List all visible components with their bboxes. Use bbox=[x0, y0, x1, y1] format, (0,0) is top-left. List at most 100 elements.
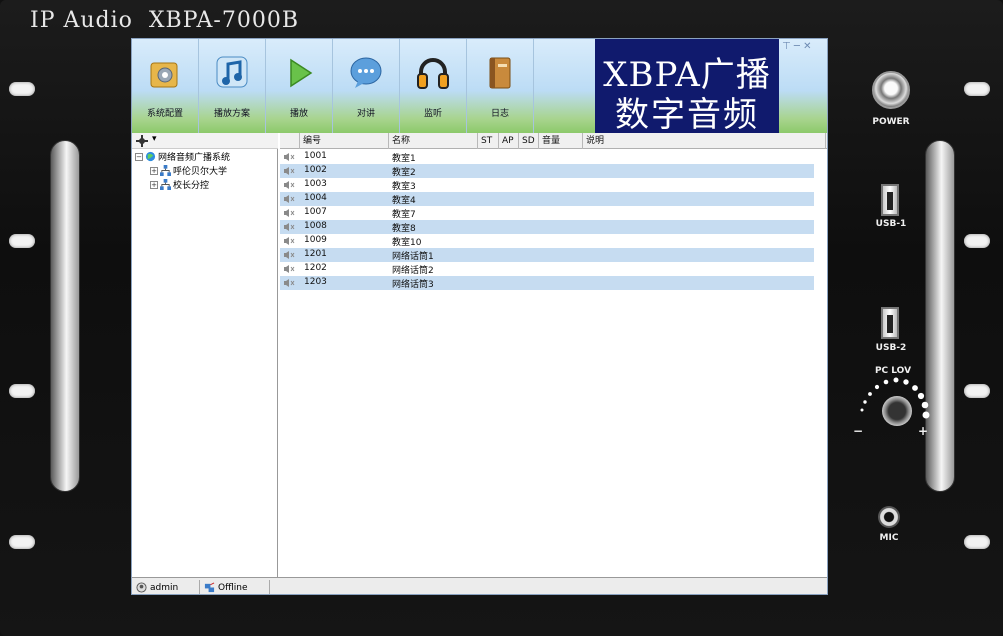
speaker-muted-icon bbox=[284, 209, 295, 217]
table-row[interactable]: 1009 教室10 bbox=[280, 234, 814, 248]
cell-name: 教室10 bbox=[392, 238, 422, 248]
table-row[interactable]: 1003 教室3 bbox=[280, 178, 814, 192]
table-row[interactable]: 1007 教室7 bbox=[280, 206, 814, 220]
speaker-muted-icon bbox=[284, 237, 295, 245]
status-user: admin bbox=[132, 580, 200, 594]
table-row[interactable]: 1201 网络话筒1 bbox=[280, 248, 814, 262]
cell-id: 1003 bbox=[304, 179, 327, 189]
volume-plus-label: + bbox=[917, 424, 929, 438]
table-row[interactable]: 1008 教室8 bbox=[280, 220, 814, 234]
toolbar-button-monitor[interactable]: 监听 bbox=[400, 39, 467, 133]
table-row[interactable]: 1004 教室4 bbox=[280, 192, 814, 206]
tree-node-label: 校长分控 bbox=[173, 181, 210, 191]
column-header-st[interactable]: ST bbox=[478, 133, 499, 149]
headphones-icon bbox=[417, 58, 449, 89]
usb-2-port[interactable] bbox=[881, 307, 899, 339]
pc-volume-knob[interactable] bbox=[882, 396, 912, 426]
rack-ear-hole bbox=[964, 234, 990, 248]
rack-ear-hole bbox=[964, 384, 990, 398]
terminal-grid-header: 编号 名称 ST AP SD 音量 说明 bbox=[280, 133, 827, 149]
right-handle bbox=[925, 140, 955, 492]
speaker-muted-icon bbox=[284, 223, 295, 231]
network-group-icon bbox=[160, 165, 171, 176]
user-icon bbox=[136, 582, 147, 593]
toolbar-button-intercom[interactable]: 对讲 bbox=[333, 39, 400, 133]
tree-node-child[interactable]: + 呼伦贝尔大学 bbox=[150, 164, 227, 177]
tree-node-label: 网络音频广播系统 bbox=[158, 153, 231, 163]
play-icon bbox=[290, 58, 313, 88]
table-row[interactable]: 1002 教室2 bbox=[280, 164, 814, 178]
rack-ear-hole bbox=[9, 234, 35, 248]
toolbar-button-log[interactable]: 日志 bbox=[467, 39, 534, 133]
device-tree: − 网络音频广播系统 + 呼伦贝尔大学 + 校长分控 bbox=[132, 149, 278, 577]
table-row[interactable]: 1001 教室1 bbox=[280, 150, 814, 164]
table-row[interactable]: 1202 网络话筒2 bbox=[280, 262, 814, 276]
toolbar-button-play[interactable]: 播放 bbox=[266, 39, 333, 133]
usb-1-port[interactable] bbox=[881, 184, 899, 216]
toolbar-button-play-scheme[interactable]: 播放方案 bbox=[199, 39, 266, 133]
speaker-muted-icon bbox=[284, 265, 295, 273]
power-label: POWER bbox=[872, 117, 910, 127]
chat-bubble-icon bbox=[350, 57, 382, 88]
cell-name: 教室8 bbox=[392, 224, 416, 234]
cell-name: 网络话筒3 bbox=[392, 280, 434, 290]
tree-dropdown-caret[interactable]: ▾ bbox=[152, 134, 157, 144]
cell-id: 1002 bbox=[304, 165, 327, 175]
rack-ear-hole bbox=[964, 535, 990, 549]
mic-label: MIC bbox=[879, 533, 899, 543]
log-book-icon bbox=[489, 57, 511, 89]
tree-node-root[interactable]: − 网络音频广播系统 bbox=[135, 150, 230, 163]
cell-id: 1004 bbox=[304, 193, 327, 203]
brand-line-2: 数字音频 bbox=[615, 95, 759, 135]
cell-name: 教室7 bbox=[392, 210, 416, 220]
cell-id: 1007 bbox=[304, 207, 327, 217]
network-node-icon[interactable] bbox=[136, 135, 148, 147]
cell-id: 1001 bbox=[304, 151, 327, 161]
device-title: IP Audio XBPA-7000B bbox=[30, 8, 299, 33]
rack-ear-hole bbox=[964, 82, 990, 96]
main-toolbar: 系统配置 播放方案 播放 对讲 监听 日志 XBPA广播 数字音频 ⊤ ─ ✕ bbox=[132, 39, 827, 135]
status-bar: admin Offline bbox=[132, 577, 827, 594]
system-config-icon bbox=[150, 62, 178, 88]
power-button[interactable] bbox=[872, 71, 910, 109]
expand-icon[interactable]: + bbox=[150, 180, 158, 189]
column-header-volume[interactable]: 音量 bbox=[539, 133, 583, 149]
cell-name: 教室2 bbox=[392, 168, 416, 178]
cell-id: 1201 bbox=[304, 249, 327, 259]
expand-icon[interactable]: + bbox=[150, 166, 158, 175]
column-header-blank[interactable] bbox=[280, 133, 300, 149]
cell-name: 教室3 bbox=[392, 182, 416, 192]
network-offline-icon bbox=[204, 582, 215, 593]
column-header-ap[interactable]: AP bbox=[499, 133, 519, 149]
terminal-grid: 1001 教室1 1002 教室2 1003 教室3 1004 教室4 1007 教室7 1008 教… bbox=[280, 150, 827, 575]
tree-node-child[interactable]: + 校长分控 bbox=[150, 178, 209, 191]
volume-minus-label: − bbox=[852, 424, 864, 438]
column-header-id[interactable]: 编号 bbox=[300, 133, 389, 149]
cell-id: 1203 bbox=[304, 277, 327, 287]
tree-header: ▾ bbox=[132, 133, 278, 149]
mic-jack[interactable] bbox=[878, 506, 900, 528]
tree-node-label: 呼伦贝尔大学 bbox=[173, 167, 228, 177]
speaker-muted-icon bbox=[284, 251, 295, 259]
left-handle bbox=[50, 140, 80, 492]
window-controls[interactable]: ⊤ ─ ✕ bbox=[782, 41, 811, 52]
toolbar-button-system-config[interactable]: 系统配置 bbox=[132, 39, 199, 133]
column-header-name[interactable]: 名称 bbox=[389, 133, 478, 149]
collapse-icon[interactable]: − bbox=[135, 152, 143, 161]
music-note-icon bbox=[216, 56, 248, 88]
cell-id: 1009 bbox=[304, 235, 327, 245]
rack-ear-hole bbox=[9, 535, 35, 549]
network-group-icon bbox=[160, 179, 171, 190]
speaker-muted-icon bbox=[284, 181, 295, 189]
rack-ear-hole bbox=[9, 82, 35, 96]
speaker-muted-icon bbox=[284, 195, 295, 203]
app-window: 系统配置 播放方案 播放 对讲 监听 日志 XBPA广播 数字音频 ⊤ ─ ✕ … bbox=[131, 38, 828, 595]
column-header-description[interactable]: 说明 bbox=[583, 133, 826, 149]
cell-name: 教室4 bbox=[392, 196, 416, 206]
cell-name: 网络话筒2 bbox=[392, 266, 434, 276]
column-header-sd[interactable]: SD bbox=[519, 133, 539, 149]
table-row[interactable]: 1203 网络话筒3 bbox=[280, 276, 814, 290]
usb-1-label: USB-1 bbox=[875, 219, 907, 229]
cell-id: 1008 bbox=[304, 221, 327, 231]
speaker-muted-icon bbox=[284, 153, 295, 161]
